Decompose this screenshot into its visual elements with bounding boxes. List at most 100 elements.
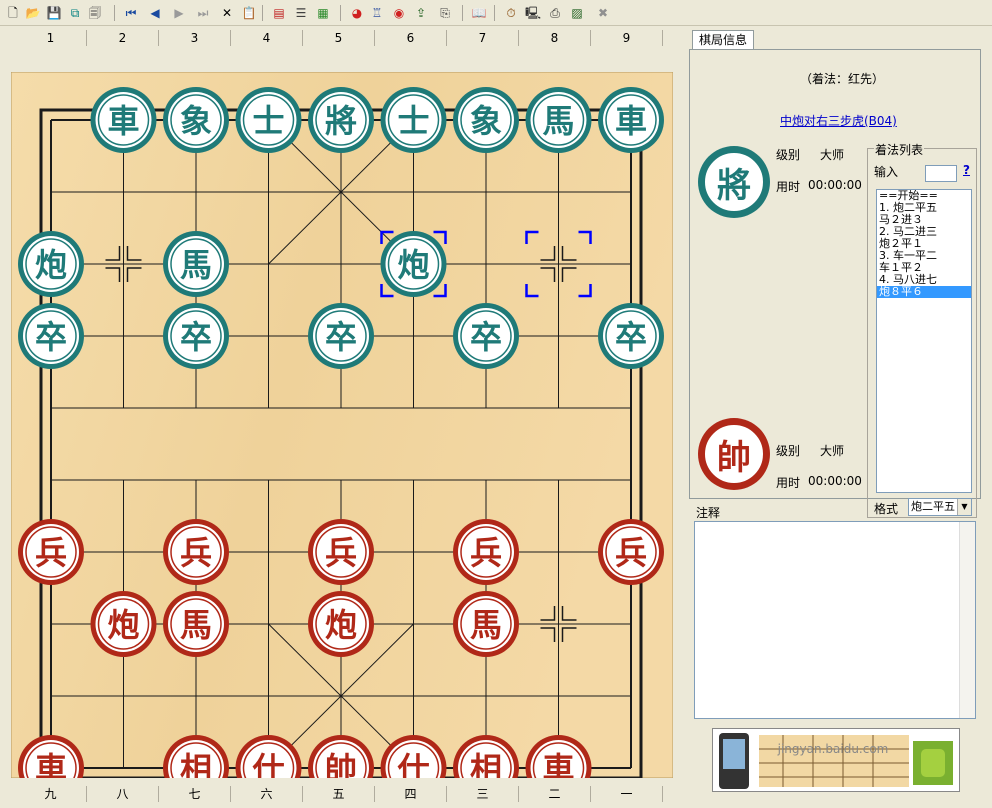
move-list-item[interactable]: 炮８平６: [877, 286, 971, 298]
file-label-top: 5: [303, 30, 375, 46]
move-input[interactable]: [925, 165, 957, 182]
close-button[interactable]: ✖: [594, 4, 612, 22]
file-label-top: 2: [87, 30, 159, 46]
open-file-icon: 📂: [25, 6, 41, 20]
black-player-badge: 將: [698, 146, 770, 218]
computer-icon: 🖳: [524, 6, 541, 20]
toolbar-separator: [114, 5, 115, 21]
piece-red: 炮: [325, 606, 357, 644]
file-label-bottom: 五: [303, 786, 375, 802]
properties-button[interactable]: 🗐: [86, 4, 104, 22]
file-label-bottom: 一: [591, 786, 663, 802]
move-tree-button[interactable]: ☰: [292, 4, 310, 22]
paste-button[interactable]: 📋: [240, 4, 258, 22]
piece-black: 炮: [397, 246, 429, 284]
black-level-value: 大师: [820, 148, 845, 162]
grid-icon: ▦: [317, 6, 329, 20]
import-button[interactable]: ⎘: [436, 4, 454, 22]
piece-black: 卒: [325, 318, 357, 356]
computer-button[interactable]: 🖳: [524, 4, 542, 22]
file-labels-bottom: 九八七六五四三二一: [15, 786, 663, 802]
save-as-button[interactable]: ⧉: [66, 4, 84, 22]
move-list[interactable]: ==开始== 1. 炮二平五 马２进３ 2. 马二进三 炮２平１ 3. 车一平二 车１…: [876, 189, 972, 493]
new-file-button[interactable]: 🗋: [4, 4, 22, 22]
piece-black: 卒: [180, 318, 212, 356]
last-move-icon: ⏭: [197, 6, 209, 20]
piece-red: 兵: [180, 534, 212, 572]
piece-black: 士: [397, 102, 429, 140]
close-icon: ✖: [597, 6, 609, 20]
delete-button[interactable]: ✕: [218, 4, 236, 22]
format-select[interactable]: 炮二平五 ▼: [908, 498, 972, 516]
ad-banner[interactable]: jingyan.baidu.com: [712, 728, 960, 792]
next-move-button[interactable]: ▶: [170, 4, 188, 22]
red-player-badge: 帥: [698, 418, 770, 490]
export-button[interactable]: ⇪: [412, 4, 430, 22]
notes-textarea[interactable]: [694, 521, 976, 719]
edit-board-button[interactable]: ▤: [270, 4, 288, 22]
piece-red: 仕: [397, 750, 429, 778]
piece-red: 車: [35, 750, 67, 778]
opening-link[interactable]: 中炮对右三步虎(B04): [780, 112, 897, 129]
clock-icon: ⏱: [506, 6, 516, 20]
last-move-button[interactable]: ⏭: [194, 4, 212, 22]
analyze-button[interactable]: ♖: [368, 4, 386, 22]
board-background: [11, 72, 673, 778]
piece-black: 車: [615, 102, 647, 140]
file-label-top: 7: [447, 30, 519, 46]
book-button[interactable]: 📖: [470, 4, 488, 22]
import-icon: ⎘: [440, 6, 450, 20]
red-general-icon: 帥: [703, 423, 765, 485]
new-file-icon: 🗋: [8, 6, 18, 20]
red-level-value: 大师: [820, 444, 845, 458]
help-link[interactable]: ?: [963, 163, 970, 177]
tab-game-info[interactable]: 棋局信息: [692, 30, 754, 50]
printer-button[interactable]: ⎙: [546, 4, 564, 22]
turn-label: （着法：红先）: [800, 72, 885, 86]
piece-red: 兵: [35, 534, 67, 572]
printer-icon: ⎙: [550, 6, 560, 20]
piece-black: 馬: [542, 102, 574, 140]
file-label-top: 3: [159, 30, 231, 46]
previous-move-button[interactable]: ◀: [146, 4, 164, 22]
red-level-label: 级别: [776, 444, 801, 458]
next-move-icon: ▶: [174, 6, 184, 20]
toolbar-separator: [462, 5, 463, 21]
clock-button[interactable]: ⏱: [502, 4, 520, 22]
chevron-down-icon[interactable]: ▼: [957, 499, 971, 515]
file-label-top: 9: [591, 30, 663, 46]
piece-black: 卒: [615, 318, 647, 356]
piece-red: 炮: [107, 606, 139, 644]
ad-text: jingyan.baidu.com: [777, 742, 889, 756]
screenshot-button[interactable]: ▨: [568, 4, 586, 22]
grid-button[interactable]: ▦: [314, 4, 332, 22]
properties-icon: 🗐: [89, 6, 101, 20]
save-as-icon: ⧉: [70, 6, 80, 20]
piece-red: 馬: [470, 606, 502, 644]
piece-black: 士: [252, 102, 284, 140]
move-input-label: 输入: [874, 165, 899, 179]
xiangqi-board[interactable]: 車象士將士象馬車炮馬炮卒卒卒卒卒兵兵兵兵兵炮馬炮馬車相仕帥仕相車: [11, 72, 673, 778]
notes-scrollbar[interactable]: [959, 522, 975, 718]
move-list-title: 着法列表: [874, 141, 925, 158]
delete-icon: ✕: [221, 6, 233, 20]
first-move-button[interactable]: ⏮: [122, 4, 140, 22]
file-label-bottom: 九: [15, 786, 87, 802]
file-label-top: 1: [15, 30, 87, 46]
red-time-label: 用时: [776, 476, 801, 490]
file-label-bottom: 六: [231, 786, 303, 802]
piece-black: 車: [107, 102, 139, 140]
file-label-top: 8: [519, 30, 591, 46]
notes-label: 注释: [696, 506, 721, 520]
previous-move-icon: ◀: [150, 6, 160, 20]
engine-button[interactable]: ◕: [348, 4, 366, 22]
game-info-sidebar: 棋局信息 （着法：红先） 中炮对右三步虎(B04) 將 级别 大师 用时 00:…: [686, 26, 992, 808]
open-file-button[interactable]: 📂: [24, 4, 42, 22]
piece-red: 馬: [180, 606, 212, 644]
piece-black: 炮: [35, 246, 67, 284]
game-info-panel: （着法：红先） 中炮对右三步虎(B04) 將 级别 大师 用时 00:00:00…: [689, 49, 981, 518]
save-icon: 💾: [46, 6, 62, 20]
save-button[interactable]: 💾: [45, 4, 63, 22]
weibo-button[interactable]: ◉: [390, 4, 408, 22]
board-area: 123456789 車象士將士象馬車炮馬炮卒卒卒卒卒兵兵兵兵兵炮馬炮馬車相仕帥仕…: [0, 26, 683, 808]
